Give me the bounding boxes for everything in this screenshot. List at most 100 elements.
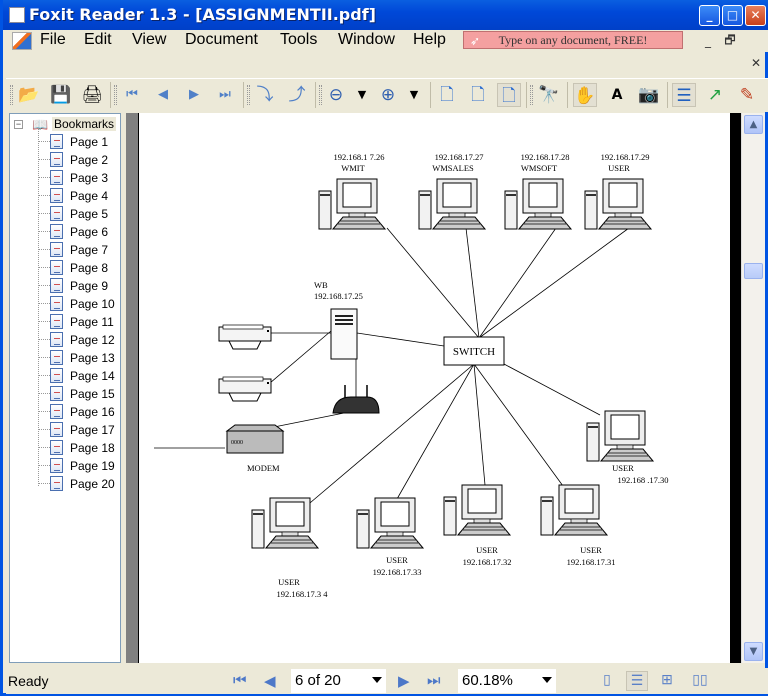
page-bookmark-icon [50, 332, 63, 347]
bookmark-item[interactable]: Page 9 [38, 277, 122, 295]
minimize-button[interactable]: _ [699, 5, 720, 26]
camera-icon[interactable]: 📷 [637, 83, 661, 107]
doc-close-button[interactable]: ✕ [746, 55, 766, 73]
status-first-page-icon[interactable]: ⏮ [233, 672, 247, 689]
vertical-scrollbar[interactable]: ▲ ▼ [741, 113, 765, 663]
tree-connector [38, 195, 50, 196]
bookmark-label: Page 8 [70, 261, 109, 275]
bookmark-item[interactable]: Page 4 [38, 187, 122, 205]
bookmark-item[interactable]: Page 3 [38, 169, 122, 187]
bookmark-item[interactable]: Page 1 [38, 133, 122, 151]
zoom-out-dropdown-icon[interactable]: ▼ [350, 83, 374, 107]
printer-2 [218, 376, 272, 402]
bookmark-label: Page 16 [70, 405, 115, 419]
floppy-icon[interactable]: 💾 [49, 83, 73, 107]
rotate-cw-icon[interactable]: ⤵ [253, 83, 277, 107]
rotate-ccw-icon[interactable]: ⤴ [285, 83, 309, 107]
bookmark-item[interactable]: Page 14 [38, 367, 122, 385]
promo-banner[interactable]: ➶ Type on any document, FREE! [463, 31, 683, 49]
binoculars-icon[interactable]: 🔭 [537, 83, 561, 107]
menu-help[interactable]: Help [413, 31, 446, 49]
toolbar-grip[interactable] [114, 85, 117, 105]
bookmark-item[interactable]: Page 7 [38, 241, 122, 259]
bookmark-item[interactable]: Page 5 [38, 205, 122, 223]
toolbar-grip[interactable] [10, 85, 13, 105]
doc-restore-button[interactable]: 🗗 [720, 32, 740, 50]
bookmark-item[interactable]: Page 8 [38, 259, 122, 277]
fit-width-icon[interactable]: 🗋 [497, 83, 521, 107]
hand-icon[interactable]: ✋ [573, 83, 597, 107]
tree-connector [38, 465, 50, 466]
bookmarks-panel-icon[interactable]: ☰ [672, 83, 696, 107]
folder-open-icon[interactable]: 📂 [17, 83, 41, 107]
bookmark-item[interactable]: Page 18 [38, 439, 122, 457]
document-icon[interactable] [12, 32, 32, 50]
actual-size-icon[interactable]: 🗋 [435, 83, 459, 107]
toolbar-grip[interactable] [319, 85, 322, 105]
printer-1 [218, 324, 272, 350]
select-text-icon[interactable]: A [605, 83, 629, 107]
bookmark-item[interactable]: Page 10 [38, 295, 122, 313]
bookmark-item[interactable]: Page 13 [38, 349, 122, 367]
menu-view[interactable]: View [132, 31, 166, 49]
page-bookmark-icon [50, 278, 63, 293]
toolbar-grip[interactable] [247, 85, 250, 105]
bookmark-item[interactable]: Page 2 [38, 151, 122, 169]
toolbar-separator [567, 82, 568, 108]
zoom-dropdown-icon[interactable] [542, 677, 552, 683]
page-shadow [730, 113, 741, 663]
page-bookmark-icon [50, 152, 63, 167]
page-dropdown-icon[interactable] [372, 677, 382, 683]
fit-page-icon[interactable]: 🗋 [466, 83, 490, 107]
toolbar-grip[interactable] [530, 85, 533, 105]
bookmark-item[interactable]: Page 11 [38, 313, 122, 331]
next-page-icon[interactable]: ▶ [182, 83, 206, 107]
typewriter-icon[interactable]: ✎ [735, 83, 759, 107]
zoom-in-dropdown-icon[interactable]: ▼ [402, 83, 426, 107]
zoom-in-icon[interactable]: ⊕ [376, 83, 400, 107]
continuous-layout-icon[interactable]: ☰ [626, 671, 648, 691]
facing-layout-icon[interactable]: ▯▯ [689, 671, 711, 691]
last-page-icon[interactable]: ⏭ [213, 83, 237, 107]
scroll-down-button[interactable]: ▼ [744, 642, 763, 661]
page-number-field[interactable]: 6 of 20 [291, 669, 386, 693]
bookmark-label: Page 14 [70, 369, 115, 383]
pc-ip: 192.168.17.27 [435, 152, 484, 162]
scroll-up-button[interactable]: ▲ [744, 115, 763, 134]
document-viewer[interactable]: SWITCH WB 192.168.17.25 0000 MODEM 192.1… [126, 113, 741, 663]
menu-document[interactable]: Document [185, 31, 258, 49]
first-page-icon[interactable]: ⏮ [120, 83, 144, 107]
bookmark-item[interactable]: Page 12 [38, 331, 122, 349]
bookmark-item[interactable]: Page 15 [38, 385, 122, 403]
status-next-page-icon[interactable]: ▶ [398, 672, 410, 690]
bookmark-item[interactable]: Page 16 [38, 403, 122, 421]
pc-name: USER [386, 555, 408, 565]
zoom-out-icon[interactable]: ⊖ [324, 83, 348, 107]
menu-file[interactable]: File [40, 31, 66, 49]
pc-name: USER [278, 577, 300, 587]
printer-icon[interactable]: 🖨 [80, 83, 104, 107]
collapse-icon[interactable]: − [14, 120, 23, 129]
close-button[interactable]: ✕ [745, 5, 766, 26]
single-page-layout-icon[interactable]: ▯ [596, 671, 618, 691]
toolbar-separator [243, 82, 244, 108]
scroll-thumb[interactable] [744, 263, 763, 279]
doc-minimize-button[interactable]: _ [698, 33, 718, 51]
menu-edit[interactable]: Edit [84, 31, 112, 49]
pc-name: USER [476, 545, 498, 555]
zoom-field[interactable]: 60.18% [458, 669, 556, 693]
status-last-page-icon[interactable]: ⏭ [427, 672, 441, 689]
pdf-page[interactable]: SWITCH WB 192.168.17.25 0000 MODEM 192.1… [138, 113, 741, 663]
bookmark-item[interactable]: Page 6 [38, 223, 122, 241]
pc-name: USER [580, 545, 602, 555]
bookmark-item[interactable]: Page 20 [38, 475, 122, 493]
bookmark-item[interactable]: Page 19 [38, 457, 122, 475]
menu-tools[interactable]: Tools [280, 31, 317, 49]
menu-window[interactable]: Window [338, 31, 395, 49]
prev-page-icon[interactable]: ◀ [151, 83, 175, 107]
maximize-button[interactable]: □ [722, 5, 743, 26]
bookmark-item[interactable]: Page 17 [38, 421, 122, 439]
status-prev-page-icon[interactable]: ◀ [264, 672, 276, 690]
facing-continuous-layout-icon[interactable]: ⊞ [656, 671, 678, 691]
export-icon[interactable]: ↗ [703, 83, 727, 107]
